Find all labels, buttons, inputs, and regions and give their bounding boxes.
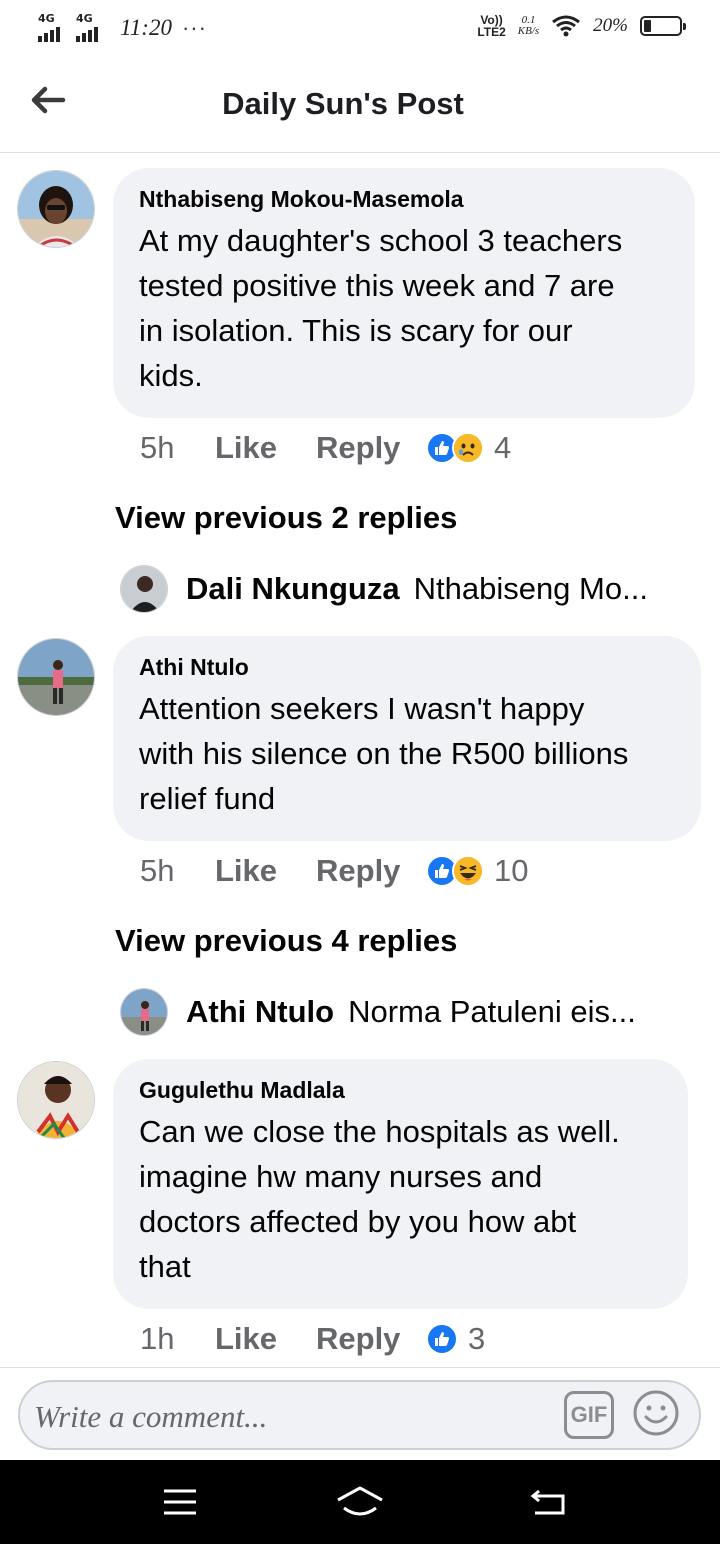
network-type-1: 4G [38,12,55,25]
battery-icon [640,16,686,36]
haha-reaction-icon [452,855,484,887]
menu-icon [164,1489,196,1515]
sad-reaction-icon [452,432,484,464]
reply-snippet: Nthabiseng Mo... [413,571,648,606]
reply-preview[interactable]: Dali Nkunguza Nthabiseng Mo... [120,565,648,613]
view-previous-replies[interactable]: View previous 4 replies [115,923,457,959]
comment-text-line: Attention seekers I wasn't happy [139,691,585,726]
network-type-2: 4G [76,12,93,25]
avatar[interactable] [17,170,95,248]
like-reaction-icon [426,1323,458,1355]
comment-bubble[interactable]: Nthabiseng Mokou-Masemola At my daughter… [113,168,695,418]
comment-actions: 5h Like Reply 4 [140,430,511,466]
wifi-icon [552,15,581,37]
smiley-icon [633,1390,679,1436]
comment-author[interactable]: Athi Ntulo [139,654,675,681]
reaction-count: 4 [494,430,512,465]
comment-text-line: doctors affected by you how abt [139,1204,577,1239]
reply-snippet: Norma Patuleni eis... [348,994,636,1029]
comment-input[interactable]: Write a comment... GIF [18,1380,701,1450]
battery-percent: 20% [593,15,628,36]
comment-composer: Write a comment... GIF [0,1367,720,1460]
comment-author[interactable]: Nthabiseng Mokou-Masemola [139,186,669,213]
system-nav-bar [0,1460,720,1544]
comment-input-placeholder: Write a comment... [34,1399,268,1434]
comment-bubble[interactable]: Gugulethu Madlala Can we close the hospi… [113,1059,688,1309]
comment-bubble[interactable]: Athi Ntulo Attention seekers I wasn't ha… [113,636,701,841]
avatar[interactable] [120,565,168,613]
comment-text-line: Can we close the hospitals as well. [139,1114,620,1149]
comment-text-line: At my daughter's school 3 teachers [139,223,623,258]
avatar[interactable] [17,638,95,716]
reply-button[interactable]: Reply [316,1321,426,1357]
gif-button[interactable]: GIF [564,1391,614,1439]
reply-button[interactable]: Reply [316,853,426,889]
reaction-summary[interactable]: 10 [426,853,528,889]
app-header: Daily Sun's Post [0,58,720,153]
reply-author[interactable]: Athi Ntulo [186,994,334,1030]
signal-2-icon: 4G [76,12,108,42]
home-icon [337,1486,383,1516]
comment-text-line: imagine hw many nurses and [139,1159,543,1194]
more-notifications-icon: ··· [181,15,207,40]
comment-text-line: that [139,1249,191,1284]
reply-preview[interactable]: Athi Ntulo Norma Patuleni eis... [120,988,636,1036]
volte-indicator: Vo)) LTE2 [477,13,506,39]
page-title: Daily Sun's Post [222,86,464,121]
comment-timestamp[interactable]: 5h [140,430,215,466]
comment-text-line: tested positive this week and 7 are [139,268,615,303]
signal-1-icon: 4G [38,12,70,42]
like-button[interactable]: Like [215,1321,316,1357]
clock: 11:20 [120,15,172,40]
home-nav-button[interactable] [330,1482,390,1522]
comment-actions: 1h Like Reply 3 [140,1321,485,1357]
reply-author[interactable]: Dali Nkunguza [186,571,400,607]
emoji-button[interactable] [632,1389,680,1437]
back-icon [530,1489,565,1515]
reaction-count: 3 [468,1321,486,1356]
comment-timestamp[interactable]: 5h [140,853,215,889]
comment-text-line: with his silence on the R500 billions [139,736,629,771]
status-bar: 4G 4G 11:20 ··· Vo)) LTE2 0.1 KB/s 20% [0,0,720,58]
comment-text-line: relief fund [139,781,276,816]
reaction-summary[interactable]: 3 [426,1321,485,1357]
network-speed: 0.1 KB/s [517,14,540,37]
reply-button[interactable]: Reply [316,430,426,466]
like-button[interactable]: Like [215,430,316,466]
comment-timestamp[interactable]: 1h [140,1321,215,1357]
reaction-summary[interactable]: 4 [426,430,511,466]
menu-nav-button[interactable] [150,1482,210,1522]
reaction-count: 10 [494,853,529,888]
view-previous-replies[interactable]: View previous 2 replies [115,500,457,536]
comment-author[interactable]: Gugulethu Madlala [139,1077,662,1104]
comment-text-line: in isolation. This is scary for our [139,313,573,348]
like-button[interactable]: Like [215,853,316,889]
avatar[interactable] [120,988,168,1036]
avatar[interactable] [17,1061,95,1139]
back-nav-button[interactable] [518,1482,578,1522]
comment-actions: 5h Like Reply 10 [140,853,528,889]
comment-text-line: kids. [139,358,203,393]
